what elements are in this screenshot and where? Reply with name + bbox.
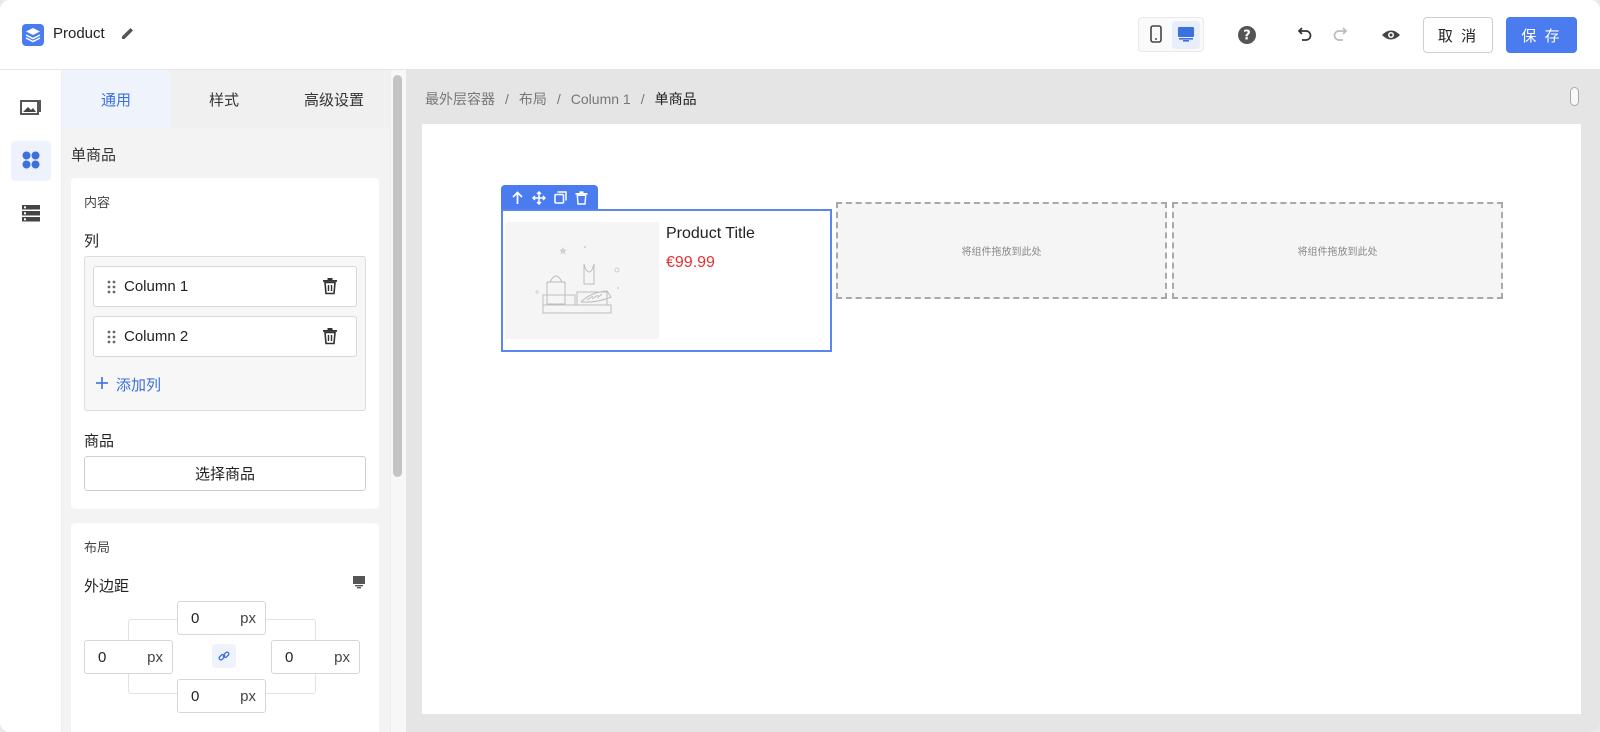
margin-left-input[interactable]: 0 px: [84, 640, 173, 674]
desktop-view-button[interactable]: [1172, 21, 1200, 49]
settings-panel: 通用 样式 高级设置 单商品 内容 列 Column 1 Column 2 添加…: [62, 70, 390, 732]
column-item-label: Column 1: [124, 278, 189, 295]
rail-item-components[interactable]: [11, 141, 51, 181]
breadcrumb-item-root[interactable]: 最外层容器: [425, 89, 495, 109]
duplicate-icon[interactable]: [552, 190, 568, 206]
layout-card: 布局 外边距 0 px 0 px 0 px 0 px: [71, 523, 379, 732]
breadcrumb-separator: /: [505, 91, 509, 107]
select-product-button[interactable]: 选择商品: [84, 456, 366, 491]
content-card: 内容 列 Column 1 Column 2 添加列 商品 选择商品: [71, 178, 379, 509]
column-item[interactable]: Column 2: [93, 316, 357, 357]
columns-label: 列: [84, 233, 100, 250]
edit-icon[interactable]: [119, 25, 137, 43]
drag-handle-icon[interactable]: [107, 330, 116, 344]
rail-item-layers[interactable]: [11, 194, 51, 234]
save-button[interactable]: 保 存: [1506, 17, 1577, 53]
plus-icon: [96, 376, 108, 393]
element-toolbar: [501, 185, 598, 210]
desktop-icon: [1177, 26, 1195, 45]
panel-scrollbar-thumb[interactable]: [393, 75, 402, 477]
drag-handle-icon[interactable]: [107, 280, 116, 294]
content-card-title: 内容: [84, 195, 111, 210]
breadcrumb-separator: /: [640, 91, 645, 107]
mobile-view-button[interactable]: [1142, 21, 1170, 49]
product-label: 商品: [84, 433, 115, 450]
add-column-button[interactable]: 添加列: [96, 374, 161, 395]
columns-list: Column 1 Column 2 添加列: [84, 256, 366, 411]
product-title: Product Title: [666, 225, 755, 242]
column-item[interactable]: Column 1: [93, 266, 357, 307]
drag-move-icon[interactable]: [531, 190, 547, 206]
components-icon: [21, 150, 41, 173]
move-up-icon[interactable]: [510, 190, 526, 206]
left-rail: [0, 70, 62, 732]
delete-icon[interactable]: [573, 190, 589, 206]
undo-icon[interactable]: [1293, 24, 1315, 46]
single-product-component[interactable]: Product Title €99.99: [501, 209, 832, 352]
preview-icon[interactable]: [1380, 24, 1402, 46]
help-icon[interactable]: ?: [1236, 24, 1258, 46]
margin-right-input[interactable]: 0 px: [271, 640, 360, 674]
margin-label: 外边距: [84, 578, 130, 595]
product-image-placeholder: [505, 222, 659, 339]
device-toggle: [1138, 17, 1204, 52]
product-price: €99.99: [666, 254, 715, 271]
breadcrumb: 最外层容器 / 布局 / Column 1 / 单商品: [425, 89, 697, 109]
shopping-illustration-icon: [535, 246, 620, 314]
app-window: Product ? 取 消 保 存 通用 样式 高级设置 单商品 内容 列 Co…: [0, 0, 1600, 732]
canvas-scrollbar[interactable]: [1570, 87, 1579, 106]
panel-tabs: 通用 样式 高级设置: [62, 70, 390, 128]
tab-style[interactable]: 样式: [170, 70, 278, 128]
app-title: Product: [53, 25, 105, 42]
desktop-breakpoint-icon[interactable]: [352, 575, 366, 589]
margin-editor: 0 px 0 px 0 px 0 px: [84, 601, 366, 713]
layers-icon: [22, 24, 44, 46]
drop-zone[interactable]: 将组件拖放到此处: [1172, 202, 1503, 299]
column-item-label: Column 2: [124, 328, 189, 345]
tab-advanced[interactable]: 高级设置: [278, 70, 390, 128]
trash-icon[interactable]: [321, 327, 339, 345]
breadcrumb-separator: /: [556, 91, 561, 107]
top-bar: Product ? 取 消 保 存: [0, 0, 1600, 70]
svg-text:?: ?: [1243, 29, 1251, 44]
trash-icon[interactable]: [321, 277, 339, 295]
layers-list-icon: [21, 204, 41, 225]
redo-icon[interactable]: [1330, 24, 1352, 46]
cancel-button[interactable]: 取 消: [1423, 17, 1493, 53]
rail-item-media[interactable]: [11, 88, 51, 128]
add-column-label: 添加列: [116, 377, 162, 394]
media-icon: [20, 98, 42, 119]
drop-zone[interactable]: 将组件拖放到此处: [836, 202, 1167, 299]
link-icon[interactable]: [212, 644, 236, 668]
breadcrumb-item-current: 单商品: [654, 91, 697, 107]
mobile-icon: [1150, 24, 1162, 46]
margin-top-input[interactable]: 0 px: [177, 601, 266, 635]
section-title: 单商品: [71, 147, 117, 164]
breadcrumb-item-layout[interactable]: 布局: [519, 89, 547, 109]
tab-general[interactable]: 通用: [62, 70, 170, 128]
breadcrumb-item-column[interactable]: Column 1: [571, 91, 631, 107]
margin-bottom-input[interactable]: 0 px: [177, 679, 266, 713]
layout-card-title: 布局: [84, 540, 111, 555]
